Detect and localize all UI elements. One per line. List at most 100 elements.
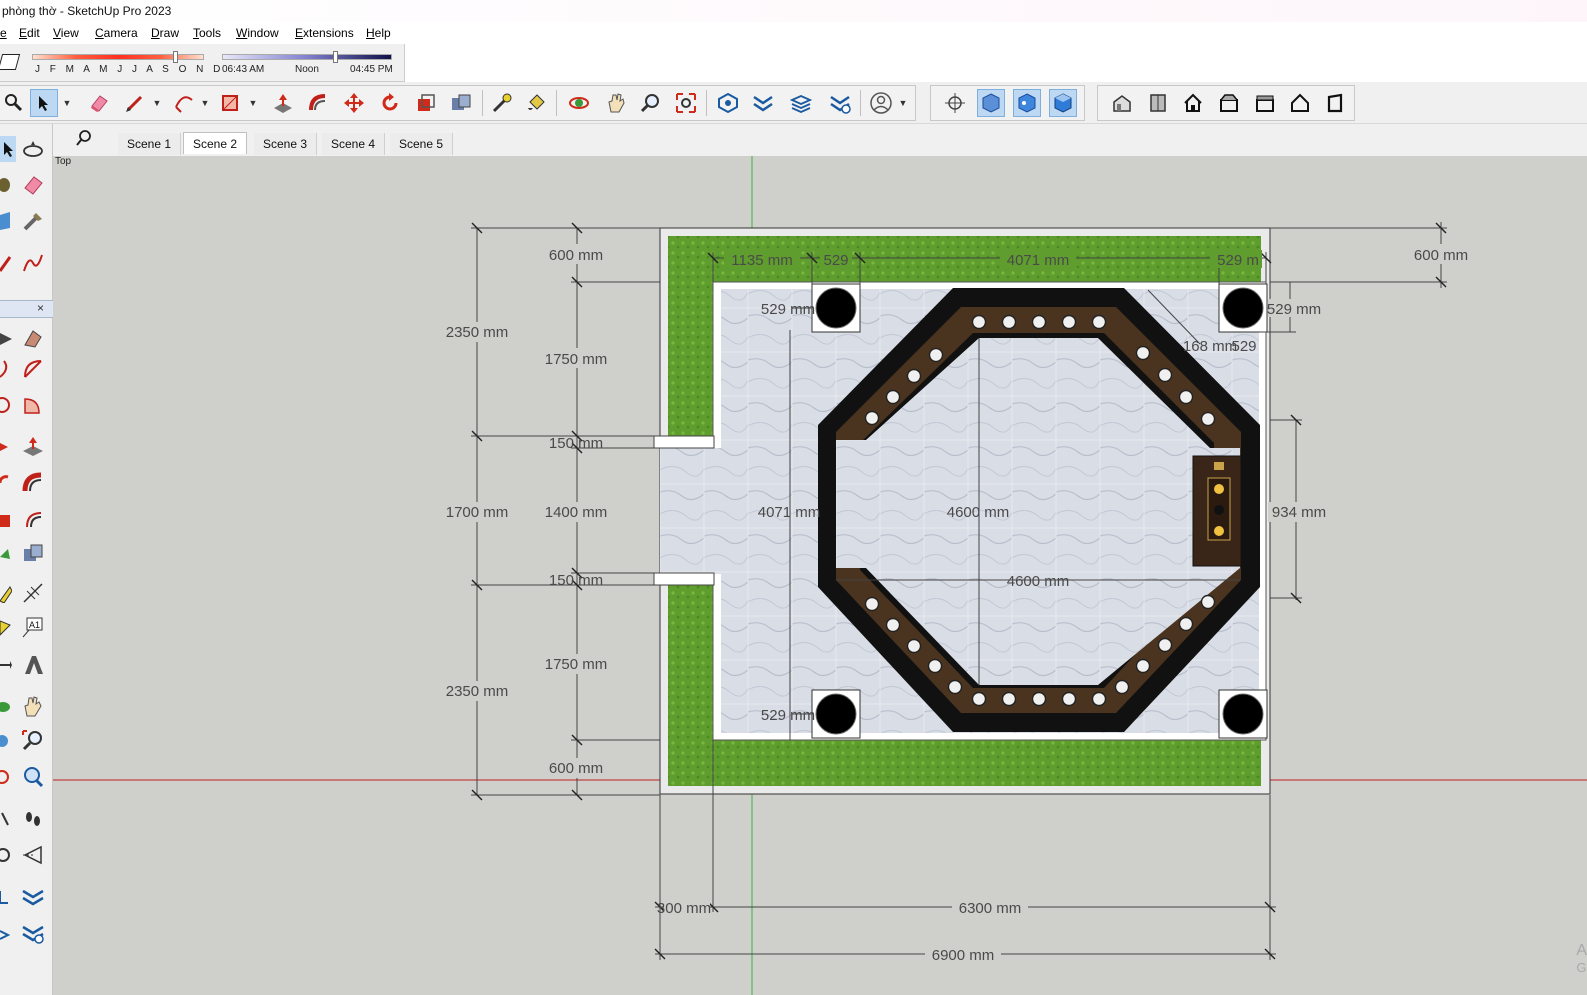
home-view-icon[interactable]: [1179, 89, 1207, 117]
line-tool-icon[interactable]: [0, 250, 12, 276]
arc-icon[interactable]: [170, 89, 198, 117]
paint-tool-icon[interactable]: [0, 172, 12, 198]
time-slider[interactable]: [222, 54, 392, 60]
3d-text-tool-icon[interactable]: [20, 652, 46, 678]
warehouse-icon[interactable]: [714, 89, 742, 117]
extension-manager-icon[interactable]: [826, 89, 854, 117]
menu-file[interactable]: e: [0, 26, 7, 40]
position-camera-icon[interactable]: [0, 806, 12, 832]
pie-tool-icon[interactable]: [20, 392, 46, 418]
search-icon[interactable]: [75, 129, 93, 152]
rect-tool-icon[interactable]: [0, 326, 12, 352]
axes-icon[interactable]: [941, 89, 969, 117]
iso-view-icon[interactable]: [1108, 89, 1136, 117]
orbit-tool-icon[interactable]: [20, 136, 46, 162]
menu-help[interactable]: Help: [366, 26, 391, 40]
text-tool-icon[interactable]: A1: [20, 614, 46, 640]
eraser-tool-icon[interactable]: [20, 172, 46, 198]
scale-tool-icon[interactable]: [0, 506, 12, 532]
dimension-tool-icon[interactable]: [20, 580, 46, 606]
account-icon[interactable]: [867, 89, 895, 117]
zoom-extents-icon[interactable]: [672, 89, 700, 117]
section-plane-icon[interactable]: [20, 842, 46, 868]
push-pull-icon[interactable]: [269, 89, 297, 117]
offset-icon[interactable]: [447, 89, 475, 117]
pencil-icon[interactable]: [121, 89, 149, 117]
wireframe-icon[interactable]: [1049, 89, 1077, 117]
rotate-icon[interactable]: [376, 89, 404, 117]
intersect-tool-icon[interactable]: [0, 540, 12, 566]
followme-tool-icon[interactable]: [20, 470, 46, 496]
zoom-window-tool-icon[interactable]: [20, 728, 46, 754]
tape-measure-icon[interactable]: [488, 89, 516, 117]
previous-view-icon[interactable]: [20, 764, 46, 790]
pan-tool-icon[interactable]: [20, 694, 46, 720]
zoom-icon[interactable]: [0, 89, 28, 117]
protractor-tool-icon[interactable]: [0, 614, 12, 640]
arc-dropdown-icon[interactable]: ▼: [198, 89, 212, 117]
layout-icon[interactable]: [787, 89, 815, 117]
menu-view[interactable]: View: [53, 26, 79, 40]
menu-window[interactable]: Window: [236, 26, 279, 40]
warehouse-small-icon[interactable]: [0, 884, 12, 910]
select-dropdown-icon[interactable]: ▼: [60, 89, 74, 117]
back-edges-icon[interactable]: [1013, 89, 1041, 117]
menu-extensions[interactable]: Extensions: [295, 26, 354, 40]
rectangle-icon[interactable]: [216, 89, 244, 117]
component-tool-icon[interactable]: [0, 208, 12, 234]
model-viewport[interactable]: Top 600 mm 600 mm 1135 mm 529 4071 mm 52…: [53, 156, 1587, 995]
front-view-icon[interactable]: [1144, 89, 1172, 117]
circle-tool-icon[interactable]: [0, 356, 12, 382]
paint-bucket-icon[interactable]: [522, 89, 550, 117]
freehand-tool-icon[interactable]: [20, 250, 46, 276]
axes-tool-icon[interactable]: [0, 652, 12, 678]
rotated-rect-tool-icon[interactable]: [20, 326, 46, 352]
account-dropdown-icon[interactable]: ▼: [896, 89, 910, 117]
measure-tool-icon[interactable]: [0, 580, 12, 606]
rectangle-dropdown-icon[interactable]: ▼: [246, 89, 260, 117]
orbit-icon[interactable]: [565, 89, 593, 117]
pushpull-tool-icon[interactable]: [20, 434, 46, 460]
pan-icon[interactable]: [602, 89, 630, 117]
tab-scene-1[interactable]: Scene 1: [118, 133, 182, 155]
menu-tools[interactable]: Tools: [193, 26, 221, 40]
month-slider[interactable]: [32, 54, 204, 60]
move-tool-icon[interactable]: [0, 434, 12, 460]
solid-tool-icon[interactable]: [20, 540, 46, 566]
right-view-icon[interactable]: [1215, 89, 1243, 117]
zoom-small-icon[interactable]: [0, 728, 12, 754]
scale-icon[interactable]: [412, 89, 440, 117]
follow-me-icon[interactable]: [304, 89, 332, 117]
floor-plan-drawing[interactable]: 600 mm 600 mm 1135 mm 529 4071 mm 529 m …: [53, 156, 1587, 995]
polygon-tool-icon[interactable]: [0, 392, 12, 418]
month-slider-thumb[interactable]: [173, 51, 178, 63]
layer-small-icon[interactable]: [0, 920, 12, 946]
menu-edit[interactable]: Edit: [19, 26, 40, 40]
arc-tool-icon[interactable]: [20, 356, 46, 382]
time-slider-thumb[interactable]: [333, 51, 338, 63]
xray-icon[interactable]: [977, 89, 1005, 117]
offset-tool-icon[interactable]: [20, 506, 46, 532]
extension-manager-tool-icon[interactable]: [20, 920, 46, 946]
select-tool-icon[interactable]: [0, 136, 16, 162]
move-icon[interactable]: [340, 89, 368, 117]
extension-warehouse-tool-icon[interactable]: [20, 884, 46, 910]
shadow-toggle-icon[interactable]: [0, 54, 21, 70]
extension-warehouse-icon[interactable]: [749, 89, 777, 117]
top-view-icon[interactable]: [1321, 89, 1349, 117]
menu-camera[interactable]: Camera: [95, 26, 138, 40]
tab-scene-3[interactable]: Scene 3: [254, 133, 318, 155]
back-view-icon[interactable]: [1251, 89, 1279, 117]
tab-scene-2[interactable]: Scene 2: [183, 132, 248, 154]
look-around-icon[interactable]: [0, 842, 12, 868]
tab-scene-4[interactable]: Scene 4: [322, 133, 386, 155]
tape-tool-icon[interactable]: [20, 208, 46, 234]
left-view-icon[interactable]: [1286, 89, 1314, 117]
zoom-window-icon[interactable]: [637, 89, 665, 117]
palette-close-icon[interactable]: ×: [37, 301, 44, 315]
rotate-tool-icon[interactable]: [0, 470, 12, 496]
pencil-dropdown-icon[interactable]: ▼: [150, 89, 164, 117]
zoom-extents-small-icon[interactable]: [0, 764, 12, 790]
menu-draw[interactable]: Draw: [151, 26, 179, 40]
select-arrow-icon[interactable]: [30, 89, 58, 117]
